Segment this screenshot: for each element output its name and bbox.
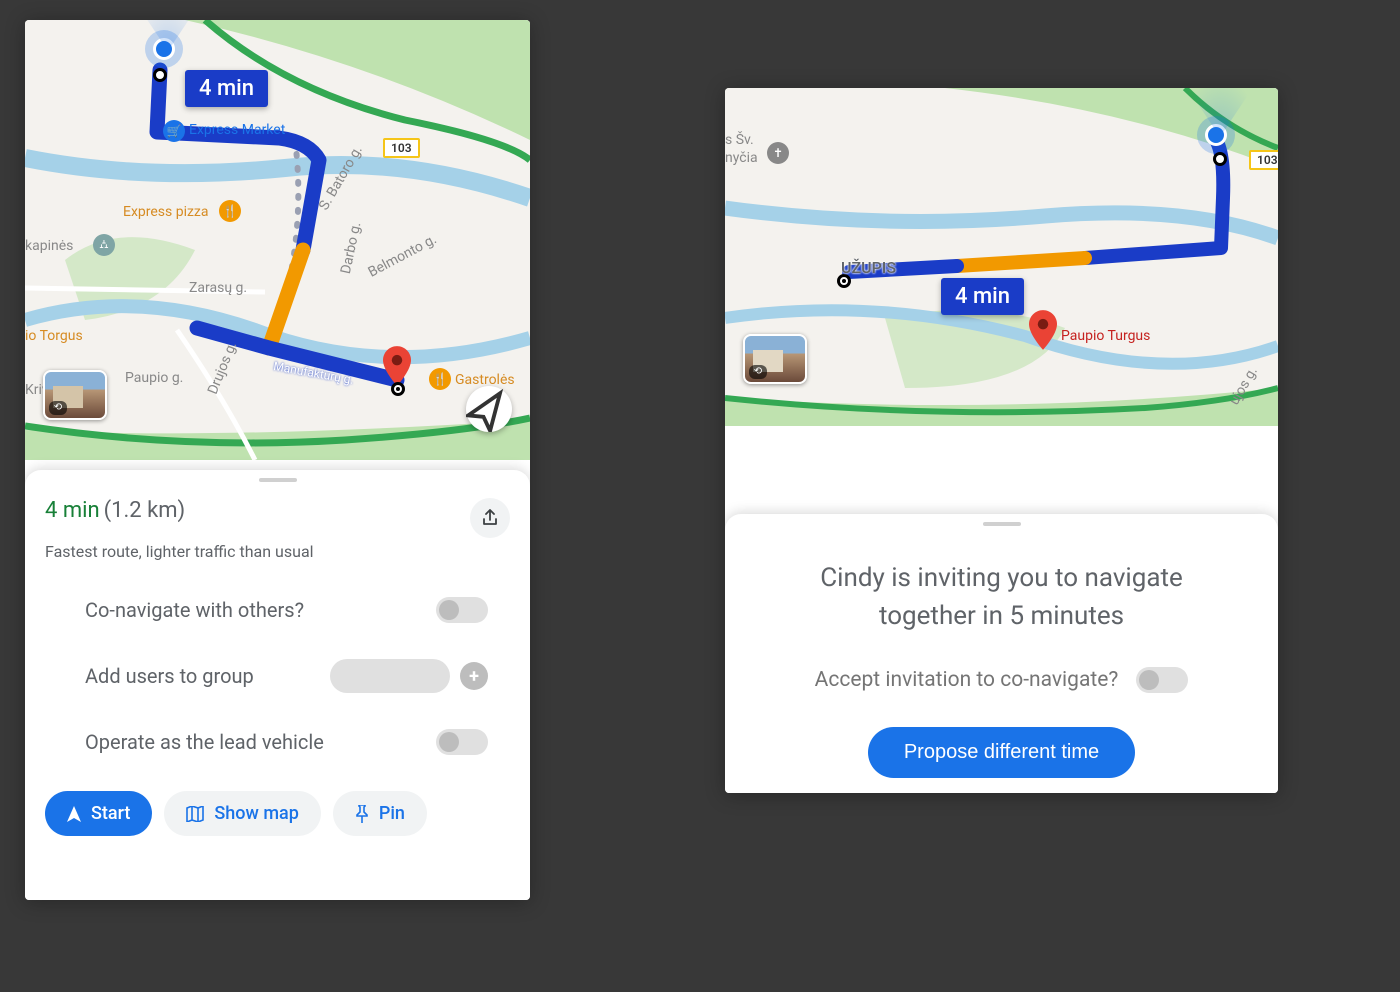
cemetery-icon[interactable]: ⛼	[93, 234, 115, 256]
route-destination-dot	[391, 382, 405, 396]
route-origin-dot	[153, 68, 167, 82]
map-icon	[186, 806, 204, 822]
label-uzupis: UŽUPIS	[841, 258, 896, 277]
lead-vehicle-toggle[interactable]	[436, 729, 488, 755]
phone-right-screen: 103 ✝ s Šv. nyčia UŽUPIS 4 min Paupio Tu…	[725, 88, 1278, 793]
current-location-dot	[1205, 124, 1227, 146]
label-io-torgus: io Torgus	[25, 328, 83, 344]
recenter-button[interactable]	[466, 386, 512, 432]
destination-pin-icon[interactable]	[383, 346, 411, 386]
co-navigate-label: Co-navigate with others?	[85, 598, 304, 622]
accept-label: Accept invitation to co-navigate?	[815, 668, 1119, 692]
sheet-drag-handle[interactable]	[983, 522, 1021, 526]
add-users-label: Add users to group	[85, 664, 254, 688]
map-canvas[interactable]: 4 min 🛒 Express Market 🍴 Express pizza 1…	[25, 20, 530, 460]
church-icon[interactable]: ✝	[767, 142, 789, 164]
food-icon[interactable]: 🍴	[219, 200, 241, 222]
navigation-arrow-icon	[466, 386, 512, 432]
street-paupio: Paupio g.	[125, 370, 183, 386]
start-label: Start	[91, 803, 130, 824]
sheet-drag-handle[interactable]	[259, 478, 297, 482]
streetview-thumbnail[interactable]: ⟲	[743, 334, 807, 384]
show-map-button[interactable]: Show map	[164, 791, 320, 836]
pin-button[interactable]: Pin	[333, 791, 427, 836]
action-row: Start Show map Pin	[25, 773, 530, 854]
add-users-row: Add users to group +	[25, 641, 530, 711]
phone-left-screen: 4 min 🛒 Express Market 🍴 Express pizza 1…	[25, 20, 530, 900]
accept-row: Accept invitation to co-navigate?	[725, 659, 1278, 727]
co-navigate-row: Co-navigate with others?	[25, 579, 530, 641]
shopping-cart-icon[interactable]: 🛒	[163, 120, 185, 142]
route-distance: (1.2 km)	[104, 498, 186, 523]
navigation-icon	[67, 806, 81, 822]
route-description: Fastest route, lighter traffic than usua…	[25, 542, 530, 579]
share-icon	[482, 509, 498, 527]
label-sv: s Šv.	[725, 132, 754, 148]
add-user-button[interactable]: +	[460, 662, 488, 690]
show-map-label: Show map	[214, 803, 298, 824]
current-location-dot	[153, 38, 175, 60]
food-icon-2[interactable]: 🍴	[429, 368, 451, 390]
label-kapines: kapinės	[25, 238, 73, 254]
propose-time-button[interactable]: Propose different time	[868, 727, 1135, 778]
route-time-badge: 4 min	[185, 70, 268, 107]
poi-express-market[interactable]: Express Market	[189, 122, 285, 138]
rotate-360-icon: ⟲	[749, 365, 767, 379]
map-svg-right	[725, 88, 1278, 426]
add-users-input[interactable]	[330, 659, 450, 693]
streetview-thumbnail[interactable]: ⟲	[43, 370, 107, 420]
lead-vehicle-label: Operate as the lead vehicle	[85, 730, 324, 754]
route-bottom-sheet[interactable]: 4 min (1.2 km) Fastest route, lighter tr…	[25, 470, 530, 900]
accept-toggle[interactable]	[1136, 667, 1188, 693]
rotate-360-icon: ⟲	[49, 401, 67, 415]
invite-bottom-sheet[interactable]: Cindy is inviting you to navigate togeth…	[725, 514, 1278, 793]
poi-express-pizza[interactable]: Express pizza	[123, 204, 209, 220]
share-button[interactable]	[470, 498, 510, 538]
road-shield: 103	[383, 138, 420, 158]
road-shield: 103	[1249, 150, 1278, 170]
invite-message: Cindy is inviting you to navigate togeth…	[725, 532, 1278, 659]
route-time-badge: 4 min	[941, 278, 1024, 315]
poi-paupio-turgus[interactable]: Paupio Turgus	[1061, 328, 1150, 344]
destination-pin-icon[interactable]	[1029, 310, 1057, 350]
start-button[interactable]: Start	[45, 791, 152, 836]
co-navigate-toggle[interactable]	[436, 597, 488, 623]
pin-icon	[355, 805, 369, 823]
map-canvas-right[interactable]: 103 ✝ s Šv. nyčia UŽUPIS 4 min Paupio Tu…	[725, 88, 1278, 426]
lead-vehicle-row: Operate as the lead vehicle	[25, 711, 530, 773]
street-zarasu: Zarasų g.	[189, 280, 247, 296]
route-origin-dot	[1213, 152, 1227, 166]
route-duration: 4 min	[45, 498, 100, 523]
pin-label: Pin	[379, 803, 405, 824]
label-nycia: nyčia	[725, 150, 758, 166]
